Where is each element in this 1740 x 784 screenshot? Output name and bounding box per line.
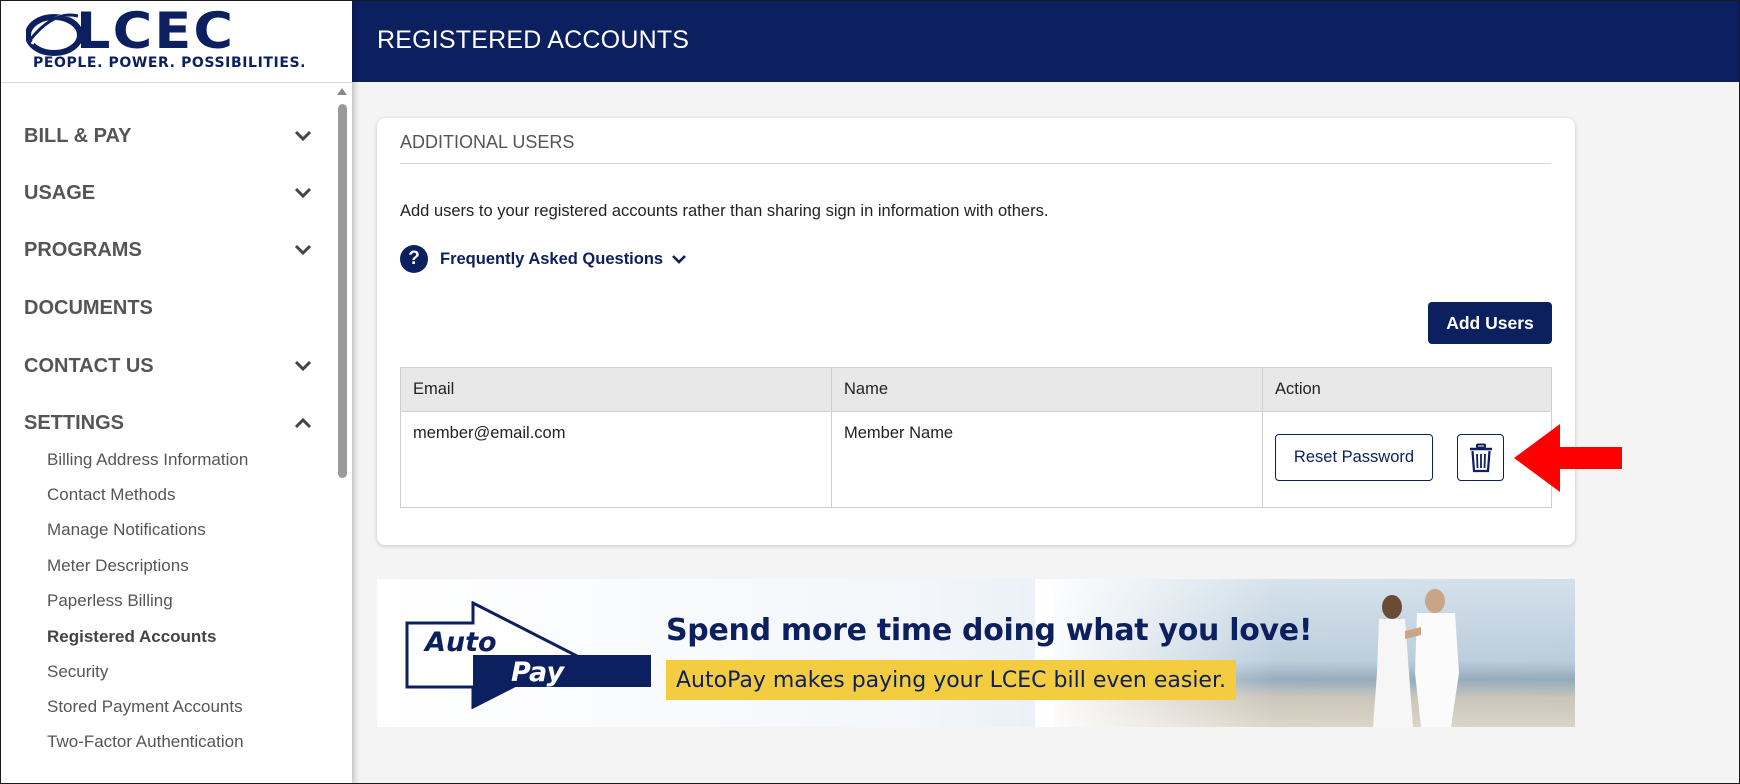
sidebar-scrollbar[interactable] [336, 88, 348, 778]
sidebar-subitem-paperless-billing[interactable]: Paperless Billing [47, 591, 173, 611]
chevron-down-icon [292, 182, 314, 204]
sidebar-item-programs[interactable]: PROGRAMS [24, 230, 314, 270]
sidebar: LCEC PEOPLE. POWER. POSSIBILITIES. BILL … [0, 0, 352, 784]
couple-on-beach-image [1373, 589, 1459, 727]
cell-email: member@email.com [413, 424, 566, 442]
sidebar-subitem-stored-payment-accounts[interactable]: Stored Payment Accounts [47, 697, 243, 717]
additional-users-card: ADDITIONAL USERS Add users to your regis… [377, 118, 1575, 545]
sidebar-subitem-meter-descriptions[interactable]: Meter Descriptions [47, 556, 189, 576]
card-description: Add users to your registered accounts ra… [400, 202, 1049, 220]
banner-subline: AutoPay makes paying your LCEC bill even… [666, 660, 1236, 700]
scroll-up-arrow-icon[interactable] [337, 88, 347, 95]
faq-label: Frequently Asked Questions [440, 249, 664, 268]
column-header-name: Name [832, 368, 1263, 412]
column-header-email: Email [401, 368, 832, 412]
red-arrow-annotation-icon [1514, 424, 1622, 492]
logo-swoosh-icon [26, 13, 82, 56]
chevron-down-icon [292, 125, 314, 147]
chevron-down-icon [292, 239, 314, 261]
trash-icon [1469, 443, 1492, 472]
reset-password-button[interactable]: Reset Password [1275, 434, 1433, 481]
banner-headline: Spend more time doing what you love! [666, 613, 1313, 648]
autopay-banner[interactable]: Auto Pay Spend more time doing what you … [377, 579, 1575, 727]
sidebar-subitem-two-factor-authentication[interactable]: Two-Factor Authentication [47, 732, 244, 752]
autopay-logo-word2: Pay [511, 657, 565, 688]
sidebar-item-label: PROGRAMS [24, 238, 142, 261]
sidebar-item-usage[interactable]: USAGE [24, 173, 314, 213]
card-title: ADDITIONAL USERS [400, 132, 575, 152]
chevron-down-icon [671, 254, 687, 265]
banner-fade [1035, 579, 1275, 727]
page-header: REGISTERED ACCOUNTS [352, 0, 1740, 82]
chevron-down-icon [292, 355, 314, 377]
sidebar-subitem-security[interactable]: Security [47, 662, 108, 682]
sidebar-item-label: USAGE [24, 181, 96, 204]
lcec-logo[interactable]: LCEC PEOPLE. POWER. POSSIBILITIES. [0, 0, 352, 83]
logo-wordmark: LCEC [76, 2, 236, 60]
sidebar-subitem-registered-accounts[interactable]: Registered Accounts [47, 627, 216, 647]
users-table: Email Name Action member@email.com Membe… [400, 367, 1552, 508]
sidebar-subitem-manage-notifications[interactable]: Manage Notifications [47, 520, 206, 540]
faq-toggle[interactable]: ? Frequently Asked Questions [400, 245, 687, 273]
sidebar-item-bill-pay[interactable]: BILL & PAY [24, 116, 314, 156]
column-header-action: Action [1263, 368, 1551, 412]
delete-user-button[interactable] [1457, 434, 1504, 481]
sidebar-item-settings[interactable]: SETTINGS [24, 403, 314, 443]
scrollbar-thumb[interactable] [338, 104, 347, 478]
card-divider [400, 163, 1551, 164]
sidebar-subitem-contact-methods[interactable]: Contact Methods [47, 485, 176, 505]
page-title: REGISTERED ACCOUNTS [377, 26, 690, 54]
add-users-button[interactable]: Add Users [1428, 302, 1552, 344]
column-divider [831, 368, 832, 507]
sidebar-item-documents[interactable]: DOCUMENTS [24, 288, 314, 328]
chevron-up-icon [292, 412, 314, 434]
column-divider [1262, 368, 1263, 507]
sidebar-item-label: DOCUMENTS [24, 296, 153, 319]
logo-tagline: PEOPLE. POWER. POSSIBILITIES. [33, 55, 307, 71]
sidebar-item-label: BILL & PAY [24, 124, 132, 147]
autopay-logo-icon: Auto Pay [405, 601, 651, 709]
question-icon: ? [400, 245, 428, 273]
cell-name: Member Name [844, 424, 954, 442]
sidebar-item-label: SETTINGS [24, 411, 125, 434]
sidebar-subitem-billing-address[interactable]: Billing Address Information [47, 450, 248, 470]
autopay-logo-word1: Auto [423, 627, 497, 658]
sidebar-item-contact-us[interactable]: CONTACT US [24, 346, 314, 386]
sidebar-item-label: CONTACT US [24, 354, 154, 377]
